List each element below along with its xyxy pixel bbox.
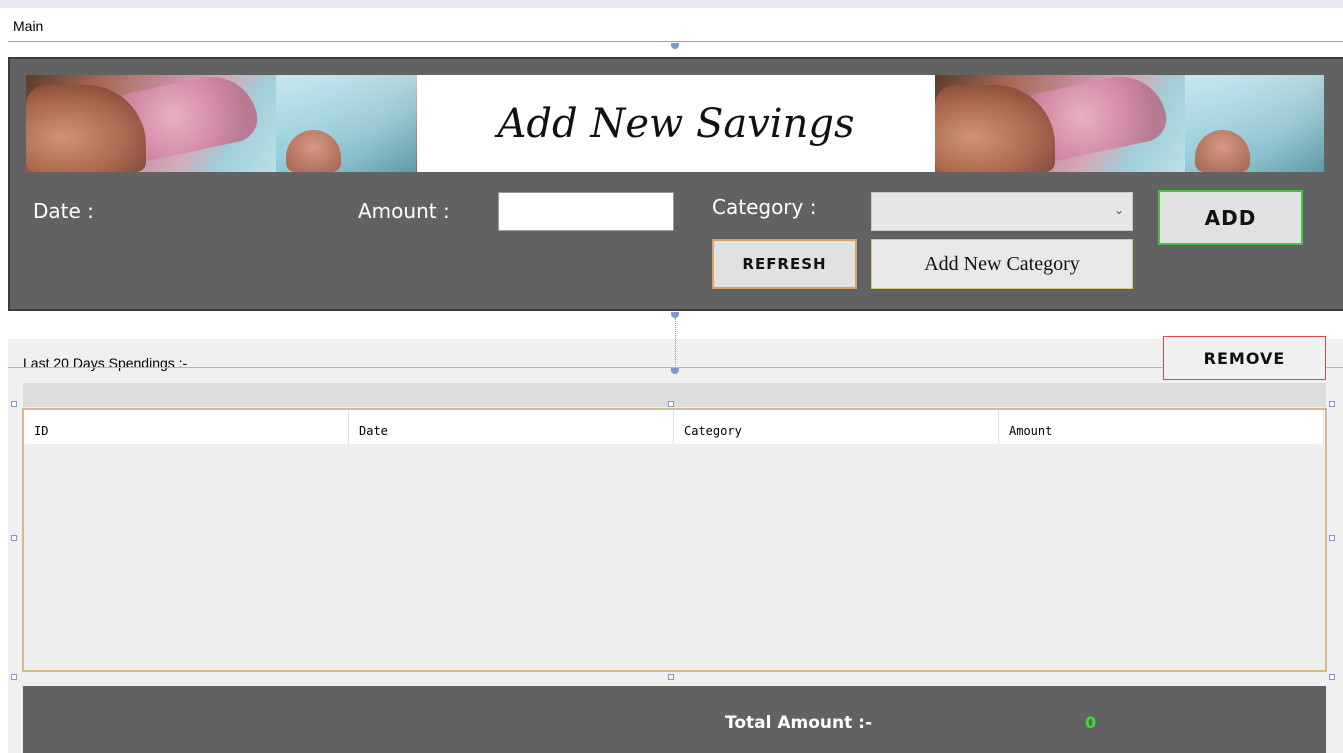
column-header-date[interactable]: Date [349, 410, 674, 444]
resize-handle[interactable] [1329, 674, 1335, 680]
remove-button[interactable]: REMOVE [1163, 336, 1326, 380]
refresh-button[interactable]: REFRESH [712, 239, 857, 289]
spendings-table[interactable]: ID Date Category Amount [22, 408, 1327, 672]
date-label: Date : [33, 199, 94, 223]
resize-handle[interactable] [668, 674, 674, 680]
grid-toolbar-strip [23, 383, 1326, 407]
splitter-guide [675, 318, 676, 368]
designer-gutter [0, 42, 8, 753]
total-footer [23, 686, 1326, 753]
banner-money-image-left [26, 75, 417, 172]
amount-label: Amount : [358, 199, 450, 223]
splitter-grip-top[interactable] [671, 43, 679, 49]
category-label: Category : [712, 195, 817, 219]
window-title: Main [13, 18, 44, 34]
add-button[interactable]: ADD [1158, 190, 1303, 245]
add-new-category-button[interactable]: Add New Category [871, 239, 1133, 289]
last-20-days-heading: Last 20 Days Spendings :- [23, 355, 188, 371]
table-header: ID Date Category Amount [24, 410, 1325, 444]
banner-title-area: Add New Savings [417, 75, 935, 172]
page-title: Add New Savings [497, 100, 855, 147]
column-header-id[interactable]: ID [24, 410, 349, 444]
resize-handle[interactable] [11, 401, 17, 407]
column-header-category[interactable]: Category [674, 410, 999, 444]
banner-money-image-right [935, 75, 1324, 172]
total-amount-value: 0 [1085, 713, 1097, 732]
window-top-strip [0, 0, 1343, 8]
column-header-amount[interactable]: Amount [999, 410, 1324, 444]
resize-handle[interactable] [1329, 535, 1335, 541]
category-select[interactable]: ⌄ [871, 192, 1133, 231]
amount-input[interactable] [498, 192, 674, 231]
resize-handle[interactable] [1329, 401, 1335, 407]
chevron-down-icon: ⌄ [1113, 203, 1124, 217]
resize-handle[interactable] [668, 401, 674, 407]
resize-handle[interactable] [11, 674, 17, 680]
title-bar: Main [8, 8, 1343, 42]
resize-handle[interactable] [11, 535, 17, 541]
total-amount-label: Total Amount :- [725, 713, 873, 733]
